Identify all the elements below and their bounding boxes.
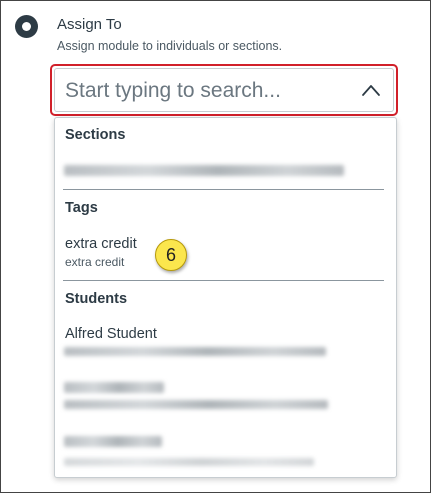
assign-search-combobox[interactable]: [50, 64, 398, 116]
blurred-student-email: [64, 458, 314, 466]
assign-search-input[interactable]: [65, 76, 345, 106]
option-student-blurred[interactable]: [55, 428, 396, 472]
assign-options-list: Sections Tags extra credit extra credit …: [54, 117, 397, 478]
group-header-sections: Sections: [65, 127, 126, 143]
group-header-tags: Tags: [65, 200, 98, 216]
blurred-student-name: [64, 382, 164, 393]
option-section-blurred[interactable]: [55, 158, 396, 186]
assign-to-panel: Assign To Assign module to individuals o…: [0, 0, 431, 493]
option-tag-extra-credit[interactable]: extra credit extra credit: [55, 230, 396, 272]
option-sublabel: extra credit: [65, 255, 125, 269]
assign-to-description: Assign module to individuals or sections…: [57, 39, 283, 53]
option-label: Alfred Student: [65, 326, 157, 342]
group-header-students: Students: [65, 291, 128, 307]
group-divider: [63, 189, 384, 190]
blurred-student-email: [64, 400, 328, 409]
option-student-alfred[interactable]: Alfred Student: [55, 320, 396, 364]
chevron-up-icon[interactable]: [361, 83, 381, 97]
step-callout-badge: 6: [155, 239, 187, 271]
blurred-student-name: [64, 436, 162, 447]
option-label: extra credit: [65, 236, 137, 252]
blurred-student-email: [64, 347, 326, 356]
group-divider: [63, 280, 384, 281]
assign-search-inner: [54, 68, 394, 112]
assign-to-title: Assign To: [57, 16, 122, 33]
option-student-blurred[interactable]: [55, 374, 396, 418]
assign-to-radio[interactable]: [15, 15, 38, 38]
blurred-section-name: [64, 165, 344, 176]
